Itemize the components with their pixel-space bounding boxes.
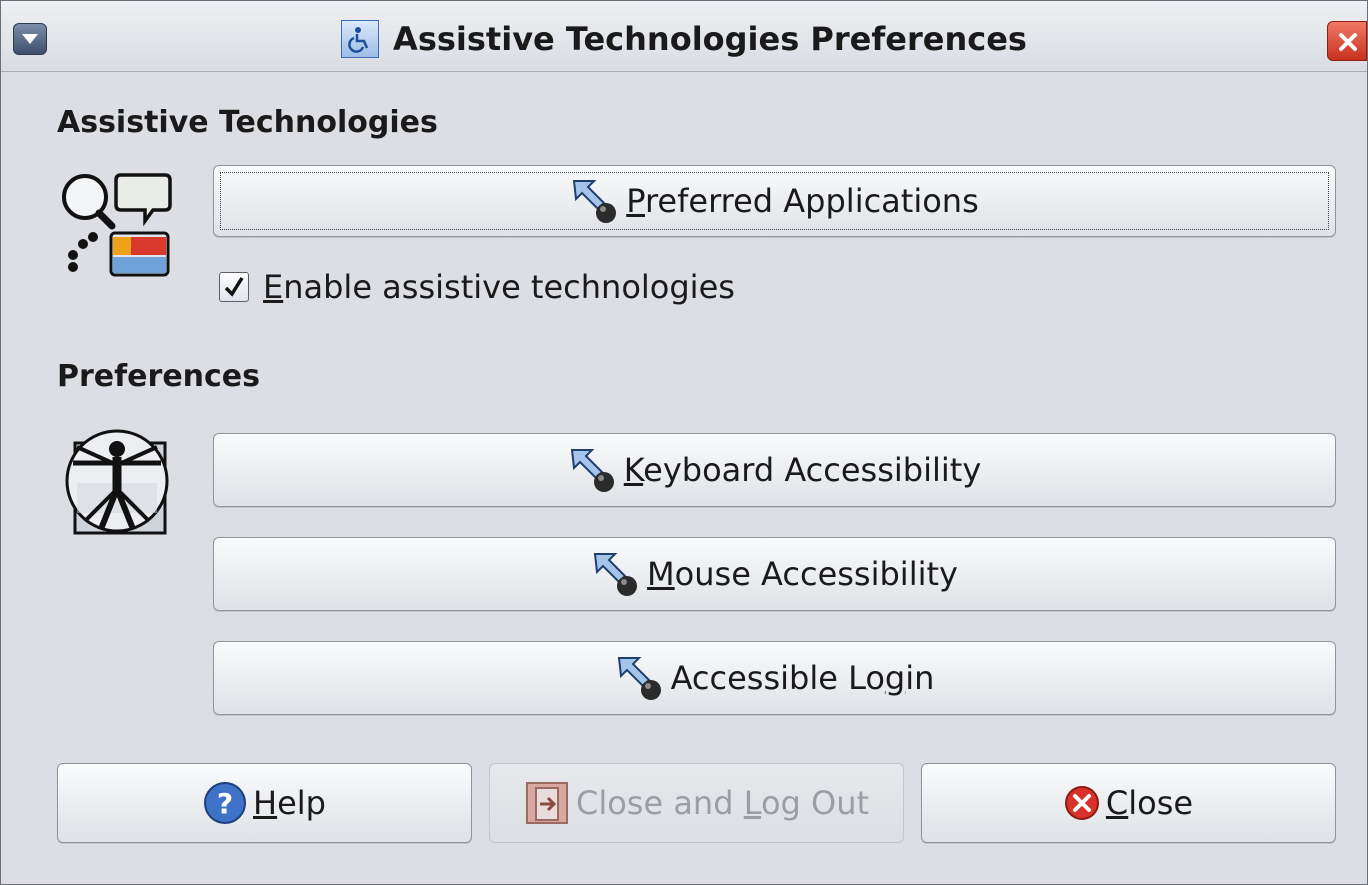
- close-circle-icon: [1064, 786, 1099, 820]
- title-bar: Assistive Technologies Preferences: [1, 1, 1367, 72]
- preferred-applications-label: Preferred Applications: [626, 182, 979, 220]
- help-icon: ?: [204, 782, 247, 824]
- checkmark-icon: [224, 277, 244, 297]
- preferences-heading: Preferences: [57, 359, 261, 394]
- launch-arrow-icon: [570, 449, 614, 492]
- mouse-accessibility-button[interactable]: Mouse Accessibility: [213, 537, 1336, 611]
- enable-assistive-label: Enable assistive technologies: [263, 268, 735, 306]
- magnifier-speech-icon: [57, 171, 173, 285]
- enable-assistive-checkbox[interactable]: [219, 272, 249, 302]
- launch-arrow-icon: [593, 553, 638, 596]
- preferences-window: Assistive Technologies Preferences Assis…: [0, 0, 1368, 885]
- close-label: Close: [1105, 784, 1194, 822]
- window-title: Assistive Technologies Preferences: [393, 20, 1027, 58]
- help-label: Help: [253, 784, 326, 822]
- close-button[interactable]: Close: [921, 763, 1336, 843]
- preferred-applications-button[interactable]: Preferred Applications: [213, 165, 1336, 237]
- vitruvian-man-icon: [63, 425, 173, 539]
- mouse-accessibility-label: Mouse Accessibility: [647, 555, 958, 593]
- keyboard-accessibility-button[interactable]: Keyboard Accessibility: [213, 433, 1336, 507]
- accessible-login-label: Accessible Login: [670, 659, 935, 697]
- logout-icon: [525, 782, 568, 824]
- assistive-technologies-heading: Assistive Technologies: [57, 105, 438, 140]
- keyboard-accessibility-label: Keyboard Accessibility: [623, 451, 982, 489]
- window-close-button[interactable]: [1327, 21, 1367, 61]
- svg-text:?: ?: [217, 787, 233, 820]
- window-close-icon: [1339, 33, 1357, 51]
- launch-arrow-icon: [573, 180, 617, 223]
- accessibility-wheelchair-icon: [341, 20, 380, 58]
- enable-assistive-checkbox-row[interactable]: Enable assistive technologies: [219, 267, 735, 307]
- close-and-logout-label: Close and Log Out: [575, 784, 870, 822]
- help-button[interactable]: ? Help: [57, 763, 472, 843]
- accessible-login-button[interactable]: Accessible Login: [213, 641, 1336, 715]
- close-and-logout-button[interactable]: Close and Log Out: [489, 763, 904, 843]
- title-group: Assistive Technologies Preferences: [1, 17, 1367, 61]
- launch-arrow-icon: [617, 657, 661, 700]
